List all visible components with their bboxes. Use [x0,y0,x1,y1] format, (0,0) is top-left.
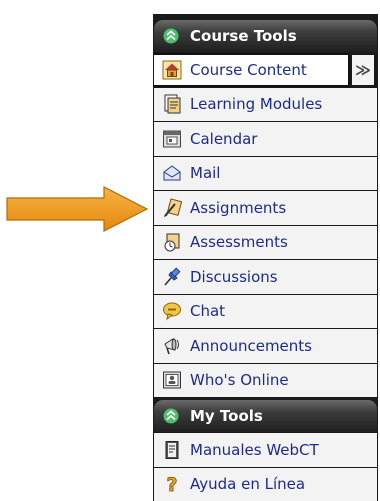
mail-icon [162,163,182,183]
course-tools-item-label: Announcements [190,336,312,355]
course-tools-item-label: Assessments [190,233,288,252]
my-tools-item-label: Ayuda en Línea [190,475,306,494]
collapse-menu-icon[interactable]: ≫ [352,55,374,85]
course-tools-item-chat[interactable]: Chat [154,294,377,328]
course-tools-item-course-content[interactable]: Course Content ≫ [154,53,374,87]
my-tools-title: My Tools [190,407,263,425]
my-tools-header[interactable]: My Tools [154,400,377,432]
megaphone-icon [162,336,182,356]
manual-icon [162,440,182,460]
course-tools-item-label: Course Content [190,60,307,79]
tools-panel: Course Tools Course Content ≫ Learning Mod… [153,14,378,501]
my-tools-section: My Tools Manuales WebCT? Ayuda en Línea [154,400,377,501]
course-tools-item-mail[interactable]: Mail [154,156,377,190]
course-tools-title: Course Tools [190,27,297,45]
my-tools-list: Manuales WebCT? Ayuda en Línea [154,433,377,501]
assignments-icon [162,198,182,218]
course-tools-item-label: Who's Online [190,371,289,390]
who-online-icon [162,370,182,390]
my-tools-item-manuales-webct[interactable]: Manuales WebCT [154,433,377,467]
chat-bubble-icon [162,301,182,321]
svg-text:?: ? [166,474,177,494]
course-tools-item-label: Discussions [190,267,278,286]
course-tools-item-label: Mail [190,164,221,183]
collapse-section-icon[interactable] [163,408,179,424]
pushpin-icon [162,267,182,287]
course-tools-item-assignments[interactable]: Assignments [154,191,377,225]
home-icon [162,60,182,80]
course-tools-item-learning-modules[interactable]: Learning Modules [154,87,377,121]
course-tools-item-who-s-online[interactable]: Who's Online [154,363,377,397]
course-tools-section: Course Tools Course Content ≫ Learning Mod… [154,20,377,397]
course-tools-item-calendar[interactable]: Calendar [154,122,377,156]
course-tools-item-label: Assignments [190,198,287,217]
course-tools-item-label: Learning Modules [190,95,323,114]
help-question-icon: ? [162,474,182,494]
my-tools-item-ayuda-en-l-nea[interactable]: ? Ayuda en Línea [154,467,377,501]
my-tools-item-label: Manuales WebCT [190,440,319,459]
course-tools-item-assessments[interactable]: Assessments [154,225,377,259]
assessments-icon [162,232,182,252]
pointer-arrow-icon [6,186,148,232]
course-tools-item-discussions[interactable]: Discussions [154,260,377,294]
course-tools-list: Course Content ≫ Learning Modules Calendar M… [154,53,377,397]
course-tools-item-label: Calendar [190,129,258,148]
course-tools-header[interactable]: Course Tools [154,20,377,52]
course-tools-item-label: Chat [190,302,226,321]
course-tools-item-announcements[interactable]: Announcements [154,329,377,363]
collapse-section-icon[interactable] [163,28,179,44]
modules-icon [162,94,182,114]
calendar-icon [162,129,182,149]
